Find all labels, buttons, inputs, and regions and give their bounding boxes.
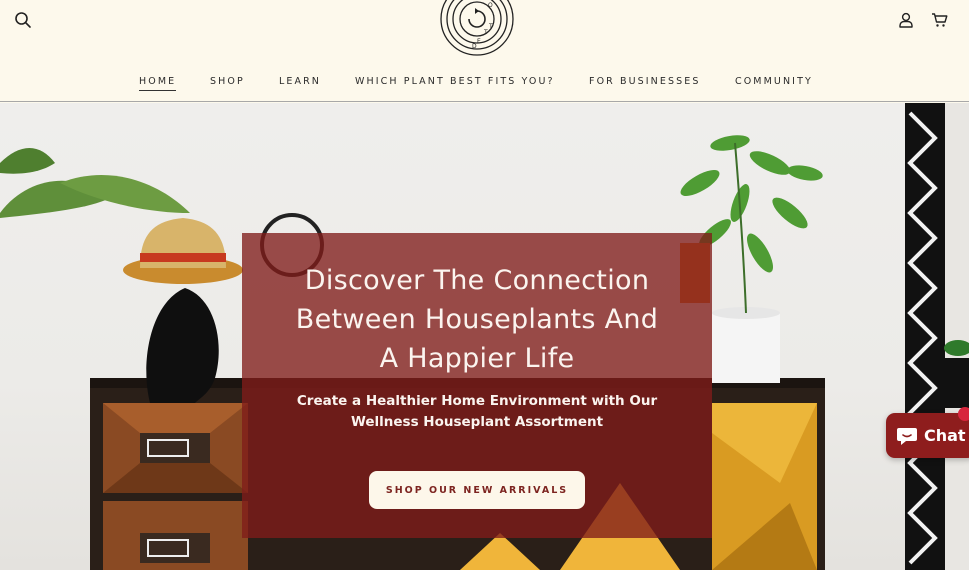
cart-button[interactable] — [926, 7, 952, 33]
hero-title: Discover The Connection Between Housepla… — [242, 261, 712, 378]
account-icon — [899, 12, 913, 28]
logo-letter: E — [477, 38, 481, 45]
logo-letter: O — [488, 2, 493, 9]
hero-banner: Discover The Connection Between Housepla… — [0, 103, 969, 570]
site-header: O T T E D HOME SHOP LEARN WHICH PLANT BE… — [0, 0, 969, 102]
main-nav: HOME SHOP LEARN WHICH PLANT BEST FITS YO… — [0, 76, 969, 96]
hero-title-line: Between Houseplants And — [295, 304, 659, 335]
hero-subtitle: Create a Healthier Home Environment with… — [262, 391, 692, 433]
logo-letter: T — [488, 23, 493, 30]
search-button[interactable] — [10, 7, 36, 33]
nav-item-community[interactable]: COMMUNITY — [735, 76, 813, 87]
nav-item-learn[interactable]: LEARN — [279, 76, 321, 87]
shop-new-arrivals-button[interactable]: SHOP OUR NEW ARRIVALS — [369, 471, 585, 509]
chat-notification-badge — [958, 407, 969, 421]
chat-label: Chat — [924, 426, 966, 445]
logo-letter: D — [472, 43, 477, 50]
chat-button[interactable]: Chat — [886, 413, 969, 458]
logo-letter: T — [483, 29, 488, 36]
cart-icon — [931, 13, 947, 27]
nav-item-home[interactable]: HOME — [139, 76, 177, 91]
hero-title-line: Discover The Connection — [304, 265, 650, 296]
hero-subtitle-line: Wellness Houseplant Assortment — [350, 414, 604, 430]
hero-title-line: A Happier Life — [379, 343, 575, 374]
account-button[interactable] — [893, 7, 919, 33]
nav-item-shop[interactable]: SHOP — [210, 76, 245, 87]
nav-item-for-businesses[interactable]: FOR BUSINESSES — [589, 76, 700, 87]
search-icon — [15, 12, 31, 28]
logo-mark: O T T E D — [440, 0, 514, 56]
hero-overlay: Discover The Connection Between Housepla… — [242, 233, 712, 538]
hero-subtitle-line: Create a Healthier Home Environment with… — [296, 393, 658, 409]
chat-bubble-icon — [897, 427, 917, 445]
nav-item-plant-quiz[interactable]: WHICH PLANT BEST FITS YOU? — [355, 76, 555, 87]
site-logo[interactable]: O T T E D — [439, 0, 515, 58]
